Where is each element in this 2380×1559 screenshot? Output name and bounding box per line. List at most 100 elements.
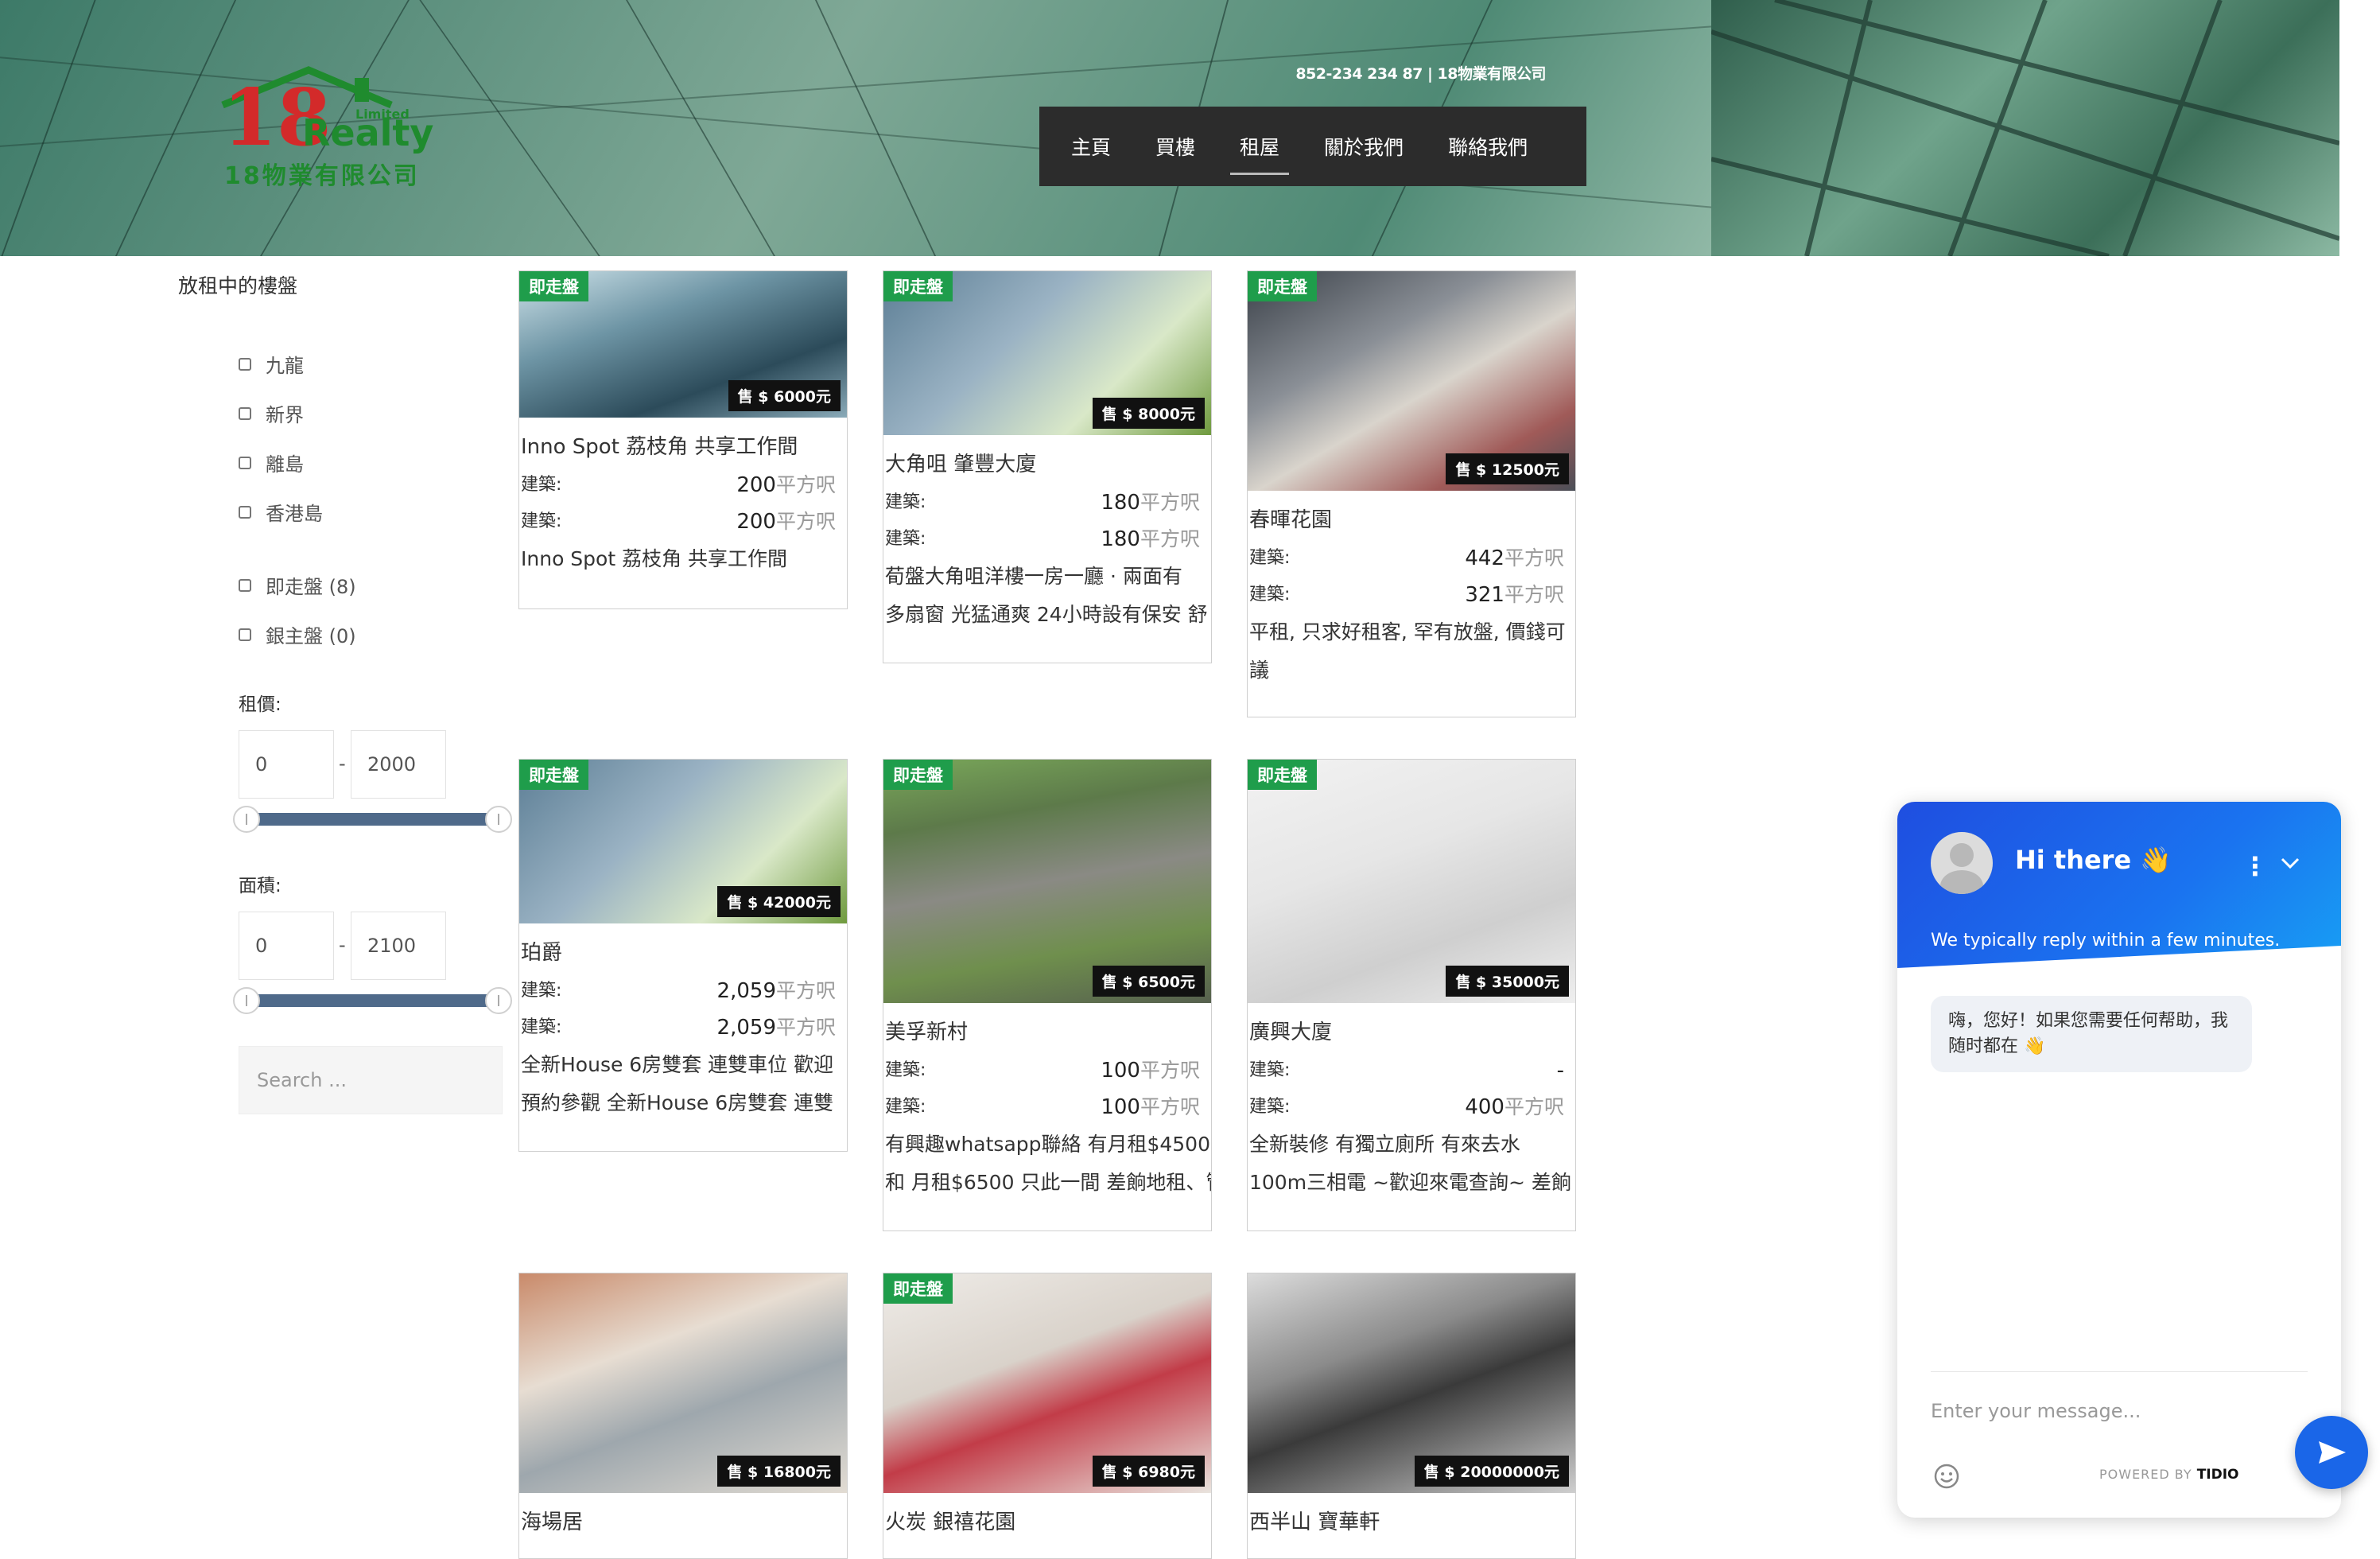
nav-buy[interactable]: 買樓 (1155, 132, 1195, 161)
filter-region-hk-island[interactable]: 香港島 (239, 498, 323, 526)
rent-slider-max-handle[interactable] (485, 806, 512, 833)
powered-by[interactable]: POWERED BY TIDIO (2099, 1467, 2239, 1483)
listing-area-row: 建築: 200平方呎 (519, 468, 847, 504)
area-unit: 平方呎 (775, 1016, 836, 1039)
chat-greeting: Hi there 👋 (2015, 845, 2172, 875)
filter-label: 新界 (266, 404, 304, 426)
listing-card[interactable]: 即走盤 售 $ 6500元 美孚新村 建築: 100平方呎 建築: 100平方呎… (883, 759, 1212, 1231)
checkbox[interactable] (239, 505, 251, 519)
listing-photo[interactable]: 即走盤 售 $ 12500元 (1248, 271, 1575, 491)
rent-max-input[interactable]: 2000 (351, 730, 446, 799)
listing-photo[interactable]: 售 $ 20000000元 (1248, 1273, 1575, 1493)
listing-title[interactable]: Inno Spot 荔枝角 共享工作間 (519, 418, 847, 468)
listing-photo[interactable]: 即走盤 售 $ 6000元 (519, 271, 847, 418)
listing-photo[interactable]: 即走盤 售 $ 35000元 (1248, 760, 1575, 1003)
nav-contact[interactable]: 聯絡我們 (1448, 132, 1528, 161)
listing-area-row: 建築: 100平方呎 (883, 1090, 1211, 1126)
listing-title[interactable]: 西半山 寶華軒 (1248, 1493, 1575, 1543)
listing-card[interactable]: 即走盤 售 $ 6000元 Inno Spot 荔枝角 共享工作間 建築: 20… (518, 270, 848, 609)
listing-card[interactable]: 即走盤 售 $ 12500元 春暉花園 建築: 442平方呎 建築: 321平方… (1247, 270, 1576, 717)
filter-label: 即走盤 (8) (266, 576, 356, 598)
area-slider-track[interactable] (245, 994, 499, 1007)
listing-description: 議 (1249, 659, 1270, 682)
listing-card[interactable]: 售 $ 16800元 海場居 (518, 1273, 848, 1559)
search-input[interactable]: Search ... (239, 1046, 503, 1114)
area-value: 100 (1101, 1059, 1140, 1083)
listing-price: 售 $ 12500元 (1446, 453, 1569, 484)
area-min-input[interactable]: 0 (239, 912, 334, 980)
emoji-icon[interactable] (1932, 1462, 1961, 1491)
nav-about[interactable]: 關於我們 (1324, 132, 1404, 161)
filter-label: 離島 (266, 453, 304, 476)
listing-badge: 即走盤 (519, 271, 588, 301)
area-value: - (1556, 1059, 1564, 1083)
listing-title[interactable]: 海場居 (519, 1493, 847, 1543)
rent-slider-track[interactable] (245, 813, 499, 826)
listing-description: 有興趣whatsapp聯絡 有月租$4500 (885, 1133, 1210, 1156)
send-message-button[interactable] (2295, 1416, 2368, 1489)
listing-card[interactable]: 即走盤 售 $ 35000元 廣興大廈 建築: - 建築: 400平方呎 全新裝… (1247, 759, 1576, 1231)
area-label: 建築: (885, 1097, 926, 1117)
listing-title[interactable]: 春暉花園 (1248, 491, 1575, 541)
area-label: 建築: (1249, 1060, 1291, 1080)
nav-rent[interactable]: 租屋 (1230, 132, 1290, 175)
area-unit: 平方呎 (1140, 491, 1200, 514)
area-label: 建築: (521, 981, 562, 1001)
listing-card[interactable]: 售 $ 20000000元 西半山 寶華軒 (1247, 1273, 1576, 1559)
area-max-input[interactable]: 2100 (351, 912, 446, 980)
listing-description: 多扇窗 光猛通爽 24小時設有保安 舒 (885, 603, 1208, 626)
listing-area-row: 建築: - (1248, 1053, 1575, 1090)
area-label: 建築: (521, 1017, 562, 1037)
listing-photo[interactable]: 即走盤 售 $ 6980元 (883, 1273, 1211, 1493)
contact-info: 852-234 234 87 | 18物業有限公司 (1295, 65, 1546, 83)
listing-photo[interactable]: 即走盤 售 $ 42000元 (519, 760, 847, 923)
listing-area-row: 建築: 180平方呎 (883, 485, 1211, 522)
checkbox[interactable] (239, 628, 251, 641)
chat-message-input[interactable]: Enter your message... (1931, 1400, 2141, 1422)
listing-description: 和 月租$6500 只此一間 差餉地租、管 (885, 1171, 1211, 1194)
listing-title[interactable]: 火炭 銀禧花園 (883, 1493, 1211, 1543)
listing-badge: 即走盤 (519, 760, 588, 790)
listing-area-row: 建築: 2,059平方呎 (519, 974, 847, 1010)
listing-title[interactable]: 美孚新村 (883, 1003, 1211, 1053)
listing-photo[interactable]: 售 $ 16800元 (519, 1273, 847, 1493)
listing-photo[interactable]: 即走盤 售 $ 6500元 (883, 760, 1211, 1003)
area-label: 建築: (1249, 585, 1291, 605)
filter-region-nt[interactable]: 新界 (239, 399, 304, 427)
listing-title[interactable]: 廣興大廈 (1248, 1003, 1575, 1053)
more-options-icon[interactable]: ⋮ (2242, 851, 2268, 881)
filter-status-urgent[interactable]: 即走盤 (8) (239, 571, 356, 599)
checkbox[interactable] (239, 357, 251, 371)
listing-photo[interactable]: 即走盤 售 $ 8000元 (883, 271, 1211, 435)
area-value: 321 (1465, 583, 1504, 607)
area-unit: 平方呎 (1504, 583, 1564, 606)
area-unit: 平方呎 (1140, 527, 1200, 550)
area-slider-max-handle[interactable] (485, 987, 512, 1014)
filter-region-kowloon[interactable]: 九龍 (239, 350, 304, 378)
filter-status-bank[interactable]: 銀主盤 (0) (239, 620, 356, 648)
listing-card[interactable]: 即走盤 售 $ 6980元 火炭 銀禧花園 (883, 1273, 1212, 1559)
listing-card[interactable]: 即走盤 售 $ 8000元 大角咀 肇豐大廈 建築: 180平方呎 建築: 18… (883, 270, 1212, 663)
checkbox[interactable] (239, 578, 251, 592)
filter-label: 九龍 (266, 355, 304, 377)
chat-widget: Hi there 👋 ⋮ We typically reply within a… (1897, 802, 2341, 1518)
chevron-down-icon[interactable] (2276, 848, 2304, 877)
header-image-panel (1711, 0, 2339, 256)
checkbox[interactable] (239, 456, 251, 469)
listing-badge: 即走盤 (1248, 271, 1317, 301)
agent-avatar (1931, 832, 1993, 894)
checkbox[interactable] (239, 406, 251, 420)
listing-title[interactable]: 大角咀 肇豐大廈 (883, 435, 1211, 485)
listing-title[interactable]: 珀爵 (519, 923, 847, 974)
rent-min-input[interactable]: 0 (239, 730, 334, 799)
sidebar-title: 放租中的樓盤 (178, 274, 298, 297)
listing-price: 售 $ 6000元 (728, 380, 841, 411)
chat-header: Hi there 👋 ⋮ We typically reply within a… (1897, 802, 2341, 977)
area-unit: 平方呎 (775, 473, 836, 496)
listing-card[interactable]: 即走盤 售 $ 42000元 珀爵 建築: 2,059平方呎 建築: 2,059… (518, 759, 848, 1152)
area-slider-min-handle[interactable] (233, 987, 260, 1014)
nav-home[interactable]: 主頁 (1071, 132, 1111, 161)
listing-description: 全新House 6房雙套 連雙車位 歡迎 (521, 1053, 834, 1076)
filter-region-islands[interactable]: 離島 (239, 449, 304, 476)
rent-slider-min-handle[interactable] (233, 806, 260, 833)
